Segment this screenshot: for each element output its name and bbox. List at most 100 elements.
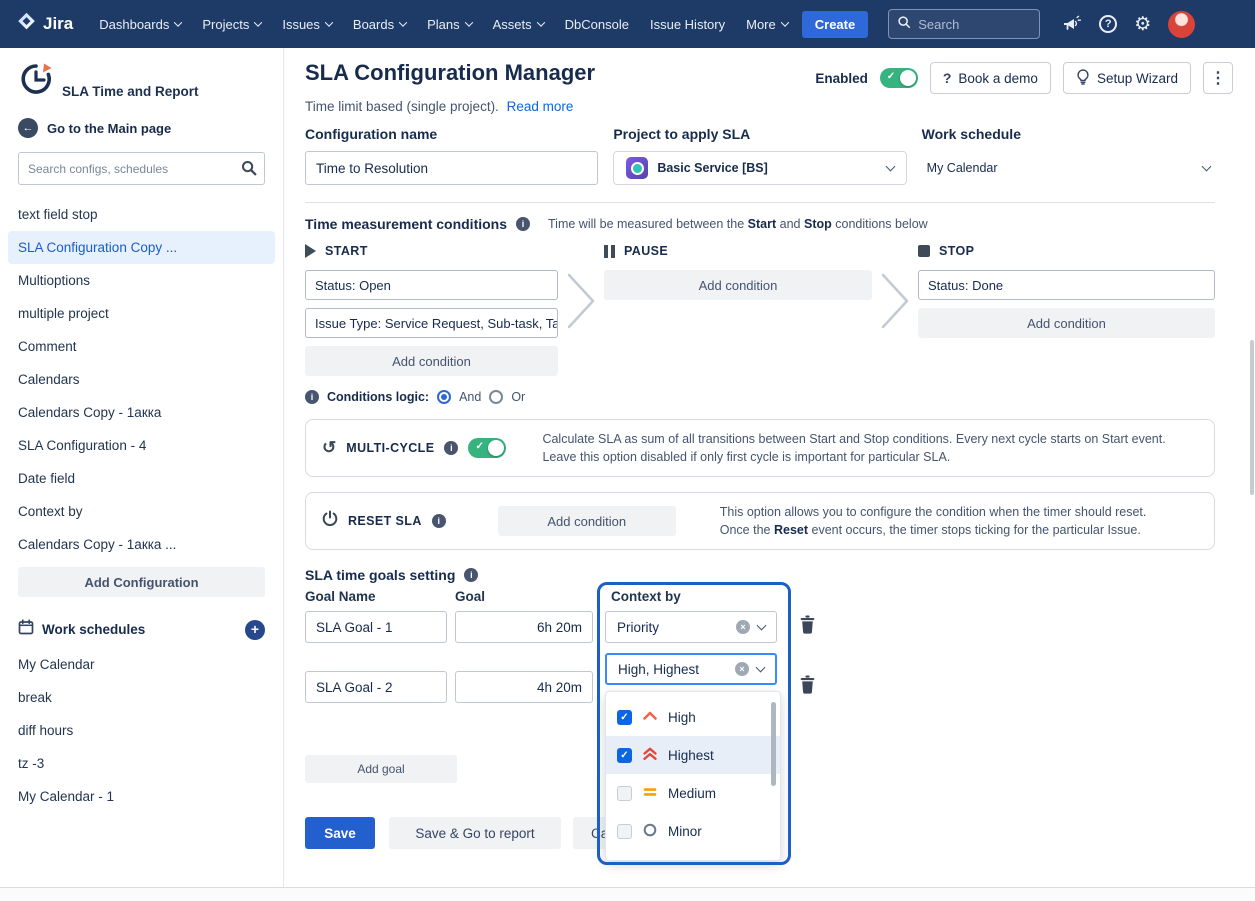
delete-goal-1-button[interactable] bbox=[799, 615, 816, 639]
create-button[interactable]: Create bbox=[802, 11, 868, 38]
user-avatar[interactable] bbox=[1168, 11, 1195, 38]
start-add-condition-button[interactable]: Add condition bbox=[305, 346, 558, 376]
back-to-main-link[interactable]: Go to the Main page bbox=[18, 118, 265, 138]
nav-menu: Dashboards Projects Issues Boards Plans … bbox=[99, 17, 788, 32]
schedule-item[interactable]: break bbox=[8, 681, 275, 714]
nav-item-plans[interactable]: Plans bbox=[427, 17, 472, 32]
chevron-down-icon bbox=[757, 621, 767, 631]
schedule-item[interactable]: My Calendar - 1 bbox=[8, 780, 275, 813]
reset-description: This option allows you to configure the … bbox=[720, 503, 1147, 539]
config-item[interactable]: text field stop bbox=[8, 198, 275, 231]
dropdown-option-medium[interactable]: Medium bbox=[606, 774, 780, 812]
multi-cycle-toggle[interactable] bbox=[468, 438, 506, 458]
goal-name-input-2[interactable] bbox=[305, 671, 447, 703]
context-by-select[interactable]: Priority bbox=[605, 611, 777, 643]
read-more-link[interactable]: Read more bbox=[507, 99, 574, 114]
project-select[interactable]: Basic Service [BS] bbox=[613, 151, 906, 185]
save-button[interactable]: Save bbox=[305, 817, 375, 849]
subtitle-text: Time limit based (single project). bbox=[305, 99, 499, 114]
checkbox[interactable] bbox=[617, 786, 632, 801]
info-icon[interactable] bbox=[444, 441, 458, 455]
more-options-button[interactable] bbox=[1203, 62, 1233, 94]
start-condition-chip[interactable]: Status: Open bbox=[305, 270, 558, 300]
add-configuration-button[interactable]: Add Configuration bbox=[18, 567, 265, 597]
schedule-list: My Calendar break diff hours tz -3 My Ca… bbox=[18, 648, 265, 813]
multi-cycle-description: Calculate SLA as sum of all transitions … bbox=[542, 430, 1165, 466]
enabled-toggle[interactable] bbox=[880, 68, 918, 88]
schedule-value: My Calendar bbox=[927, 161, 1194, 175]
add-goal-button[interactable]: Add goal bbox=[305, 755, 457, 783]
config-item[interactable]: multiple project bbox=[8, 297, 275, 330]
clear-icon[interactable] bbox=[735, 662, 749, 676]
jira-brand[interactable]: Jira bbox=[16, 11, 73, 37]
config-item[interactable]: Calendars Copy - 1акка ... bbox=[8, 528, 275, 561]
logic-label: Conditions logic: bbox=[327, 390, 429, 404]
start-condition-chip[interactable]: Issue Type: Service Request, Sub-task, T… bbox=[305, 308, 558, 338]
config-item[interactable]: Calendars Copy - 1акка bbox=[8, 396, 275, 429]
delete-goal-2-button[interactable] bbox=[799, 675, 816, 699]
goal-value-input-2[interactable] bbox=[455, 671, 593, 703]
chevron-down-icon bbox=[174, 18, 182, 26]
config-item[interactable]: Calendars bbox=[8, 363, 275, 396]
announcements-icon[interactable] bbox=[1062, 15, 1082, 33]
info-icon[interactable] bbox=[432, 514, 446, 528]
dropdown-option-minor[interactable]: Minor bbox=[606, 812, 780, 850]
context-values-select[interactable]: High, Highest bbox=[605, 653, 777, 685]
info-icon[interactable] bbox=[464, 568, 478, 582]
pause-icon bbox=[604, 245, 615, 258]
reset-add-condition-button[interactable]: Add condition bbox=[498, 506, 676, 536]
power-icon bbox=[322, 510, 338, 532]
settings-gear-icon[interactable] bbox=[1134, 13, 1151, 36]
save-go-report-button[interactable]: Save & Go to report bbox=[389, 817, 561, 849]
schedule-item[interactable]: My Calendar bbox=[8, 648, 275, 681]
info-icon[interactable] bbox=[305, 390, 319, 404]
goal-value-input-1[interactable] bbox=[455, 611, 593, 643]
work-schedule-select[interactable]: My Calendar bbox=[922, 151, 1215, 185]
stop-header: STOP bbox=[918, 242, 1215, 260]
stop-add-condition-button[interactable]: Add condition bbox=[918, 308, 1215, 338]
clear-icon[interactable] bbox=[736, 620, 750, 634]
config-search-input[interactable] bbox=[18, 152, 265, 185]
header-controls: Enabled Book a demo Setup Wizard bbox=[815, 62, 1233, 94]
nav-item-issue-history[interactable]: Issue History bbox=[650, 17, 725, 32]
priority-minor-icon bbox=[642, 822, 658, 841]
logic-or-radio[interactable] bbox=[489, 390, 503, 404]
stop-condition-chip[interactable]: Status: Done bbox=[918, 270, 1215, 300]
nav-item-boards[interactable]: Boards bbox=[353, 17, 406, 32]
checkbox[interactable] bbox=[617, 824, 632, 839]
nav-item-dashboards[interactable]: Dashboards bbox=[99, 17, 181, 32]
nav-item-projects[interactable]: Projects bbox=[202, 17, 261, 32]
setup-wizard-button[interactable]: Setup Wizard bbox=[1063, 62, 1191, 94]
info-icon[interactable] bbox=[516, 217, 530, 231]
project-field: Project to apply SLA Basic Service [BS] bbox=[613, 126, 906, 185]
config-item-selected[interactable]: SLA Configuration Copy ... bbox=[8, 231, 275, 264]
config-name-input[interactable] bbox=[305, 151, 598, 185]
config-item[interactable]: Multioptions bbox=[8, 264, 275, 297]
schedule-item[interactable]: tz -3 bbox=[8, 747, 275, 780]
help-icon[interactable] bbox=[1099, 15, 1117, 33]
chevron-down-icon bbox=[325, 18, 333, 26]
config-item[interactable]: Comment bbox=[8, 330, 275, 363]
book-demo-button[interactable]: Book a demo bbox=[930, 62, 1051, 94]
add-schedule-plus-icon[interactable] bbox=[245, 620, 265, 640]
config-item[interactable]: Context by bbox=[8, 495, 275, 528]
nav-item-assets[interactable]: Assets bbox=[493, 17, 544, 32]
global-search[interactable] bbox=[888, 9, 1040, 39]
checkbox[interactable] bbox=[617, 748, 632, 763]
config-item[interactable]: Date field bbox=[8, 462, 275, 495]
nav-item-dbconsole[interactable]: DbConsole bbox=[565, 17, 629, 32]
global-search-input[interactable] bbox=[918, 17, 1028, 32]
dropdown-option-high[interactable]: High bbox=[606, 698, 780, 736]
config-item[interactable]: SLA Configuration - 4 bbox=[8, 429, 275, 462]
flow-chevron bbox=[558, 242, 604, 404]
config-list: text field stop SLA Configuration Copy .… bbox=[18, 198, 265, 561]
nav-item-more[interactable]: More bbox=[746, 17, 788, 32]
goal-name-input-1[interactable] bbox=[305, 611, 447, 643]
nav-item-issues[interactable]: Issues bbox=[282, 17, 332, 32]
pause-add-condition-button[interactable]: Add condition bbox=[604, 270, 872, 300]
checkbox[interactable] bbox=[617, 710, 632, 725]
dropdown-option-highest[interactable]: Highest bbox=[606, 736, 780, 774]
logic-and-radio[interactable] bbox=[437, 390, 451, 404]
schedule-item[interactable]: diff hours bbox=[8, 714, 275, 747]
dropdown-scrollbar[interactable] bbox=[771, 702, 776, 786]
